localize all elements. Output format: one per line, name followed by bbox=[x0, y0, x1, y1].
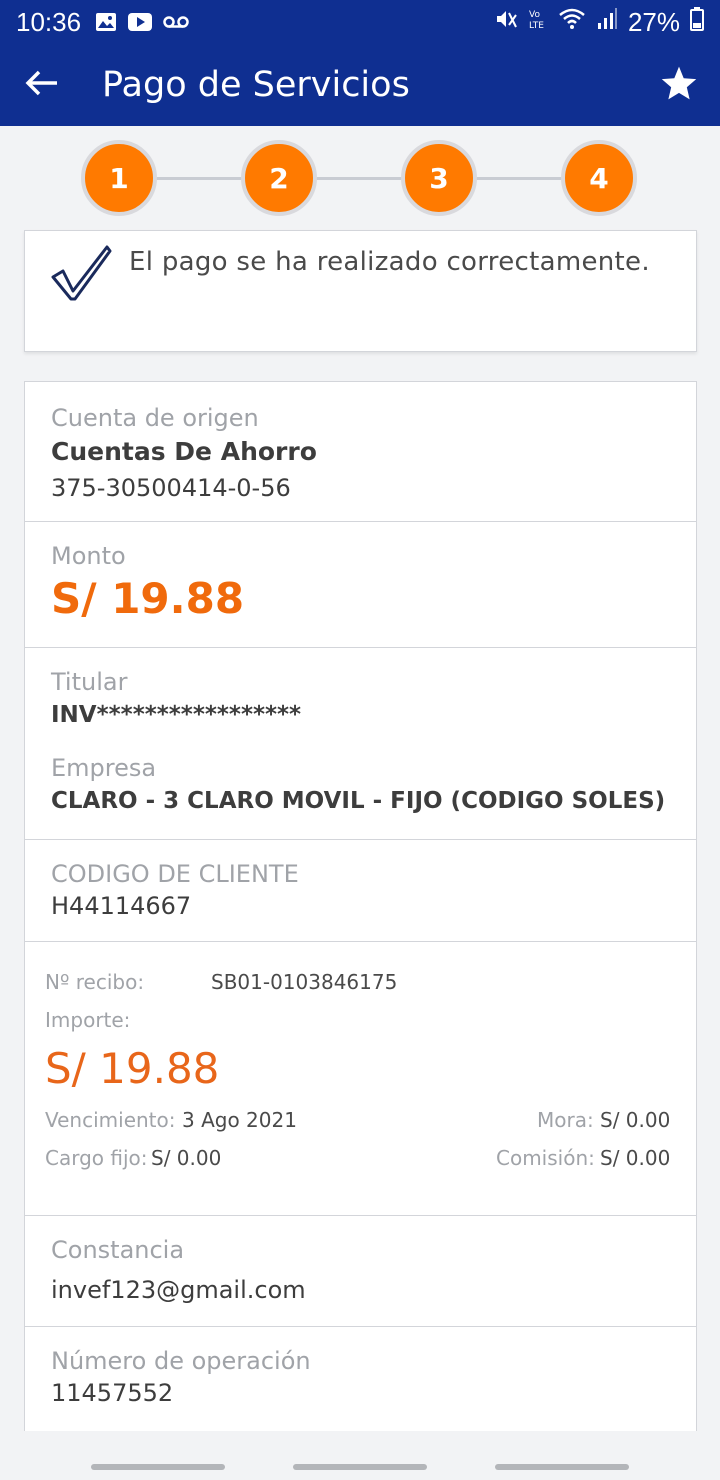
client-code-label: CODIGO DE CLIENTE bbox=[51, 860, 299, 888]
receipt-number-value: SB01-0103846175 bbox=[211, 970, 398, 994]
due-date-label: Vencimiento: bbox=[45, 1108, 176, 1132]
progress-stepper: 1 2 3 4 bbox=[0, 126, 720, 230]
back-button[interactable] bbox=[0, 44, 84, 126]
step-4: 4 bbox=[561, 140, 637, 216]
commission-label: Comisión: bbox=[496, 1146, 595, 1170]
svg-text:Vo: Vo bbox=[529, 10, 540, 20]
import-label: Importe: bbox=[45, 1008, 131, 1032]
wifi-icon bbox=[558, 7, 586, 37]
company-label: Empresa bbox=[51, 754, 157, 782]
nav-back-button[interactable] bbox=[495, 1464, 629, 1470]
holder-label: Titular bbox=[51, 668, 128, 696]
page-title: Pago de Servicios bbox=[102, 65, 410, 105]
operation-section: Número de operación 11457552 bbox=[25, 1327, 696, 1432]
holder-value: INV***************** bbox=[51, 702, 302, 728]
origin-account-section: Cuenta de origen Cuentas De Ahorro 375-3… bbox=[25, 382, 696, 522]
signal-icon bbox=[596, 7, 618, 37]
payment-details-card: Cuenta de origen Cuentas De Ahorro 375-3… bbox=[24, 381, 697, 1431]
youtube-icon bbox=[127, 12, 153, 32]
client-code-section: CODIGO DE CLIENTE H44114667 bbox=[25, 840, 696, 942]
operation-label: Número de operación bbox=[51, 1347, 311, 1375]
commission-value: S/ 0.00 bbox=[600, 1146, 671, 1170]
holder-company-section: Titular INV***************** Empresa CLA… bbox=[25, 648, 696, 840]
proof-label: Constancia bbox=[51, 1236, 185, 1264]
operation-number: 11457552 bbox=[51, 1379, 174, 1407]
favorite-button[interactable] bbox=[658, 64, 700, 106]
due-date-value: 3 Ago 2021 bbox=[182, 1108, 297, 1132]
svg-text:LTE: LTE bbox=[529, 21, 544, 31]
proof-section: Constancia invef123@gmail.com bbox=[25, 1216, 696, 1327]
status-bar: 10:36 Vo LTE 27% bbox=[0, 0, 720, 44]
import-value: S/ 19.88 bbox=[45, 1044, 220, 1093]
success-message: El pago se ha realizado correctamente. bbox=[129, 247, 650, 277]
step-1: 1 bbox=[81, 140, 157, 216]
gallery-icon bbox=[95, 12, 117, 32]
star-icon bbox=[660, 65, 698, 105]
origin-account-label: Cuenta de origen bbox=[51, 404, 259, 432]
nav-home-button[interactable] bbox=[293, 1464, 427, 1470]
receipt-number-label: Nº recibo: bbox=[45, 970, 145, 994]
arrow-left-icon bbox=[24, 69, 60, 101]
volte-icon: Vo LTE bbox=[528, 7, 548, 37]
client-code-value: H44114667 bbox=[51, 892, 192, 920]
voicemail-icon bbox=[163, 15, 189, 29]
fixed-charge-value: S/ 0.00 bbox=[151, 1146, 222, 1170]
app-bar: Pago de Servicios bbox=[0, 44, 720, 126]
nav-recents-button[interactable] bbox=[91, 1464, 225, 1470]
checkmark-icon bbox=[49, 241, 113, 307]
battery-percent: 27% bbox=[627, 6, 680, 37]
stepper-line bbox=[120, 177, 600, 180]
success-card: El pago se ha realizado correctamente. bbox=[24, 230, 697, 352]
status-right-icons: Vo LTE 27% bbox=[494, 7, 704, 38]
fixed-charge-label: Cargo fijo: bbox=[45, 1146, 148, 1170]
company-value: CLARO - 3 CLARO MOVIL - FIJO (CODIGO SOL… bbox=[51, 788, 666, 814]
mute-icon bbox=[494, 7, 518, 37]
late-fee-label: Mora: bbox=[537, 1108, 594, 1132]
system-nav-bar bbox=[0, 1440, 720, 1480]
origin-account-number: 375-30500414-0-56 bbox=[51, 474, 291, 502]
status-time: 10:36 bbox=[16, 6, 82, 37]
step-3: 3 bbox=[401, 140, 477, 216]
origin-account-type: Cuentas De Ahorro bbox=[51, 437, 317, 466]
amount-value: S/ 19.88 bbox=[51, 574, 245, 623]
amount-section: Monto S/ 19.88 bbox=[25, 522, 696, 648]
late-fee-value: S/ 0.00 bbox=[600, 1108, 671, 1132]
receipt-section: Nº recibo: SB01-0103846175 Importe: S/ 1… bbox=[25, 942, 696, 1216]
step-2: 2 bbox=[241, 140, 317, 216]
proof-email: invef123@gmail.com bbox=[51, 1276, 306, 1304]
battery-icon bbox=[690, 7, 704, 37]
amount-label: Monto bbox=[51, 542, 126, 570]
